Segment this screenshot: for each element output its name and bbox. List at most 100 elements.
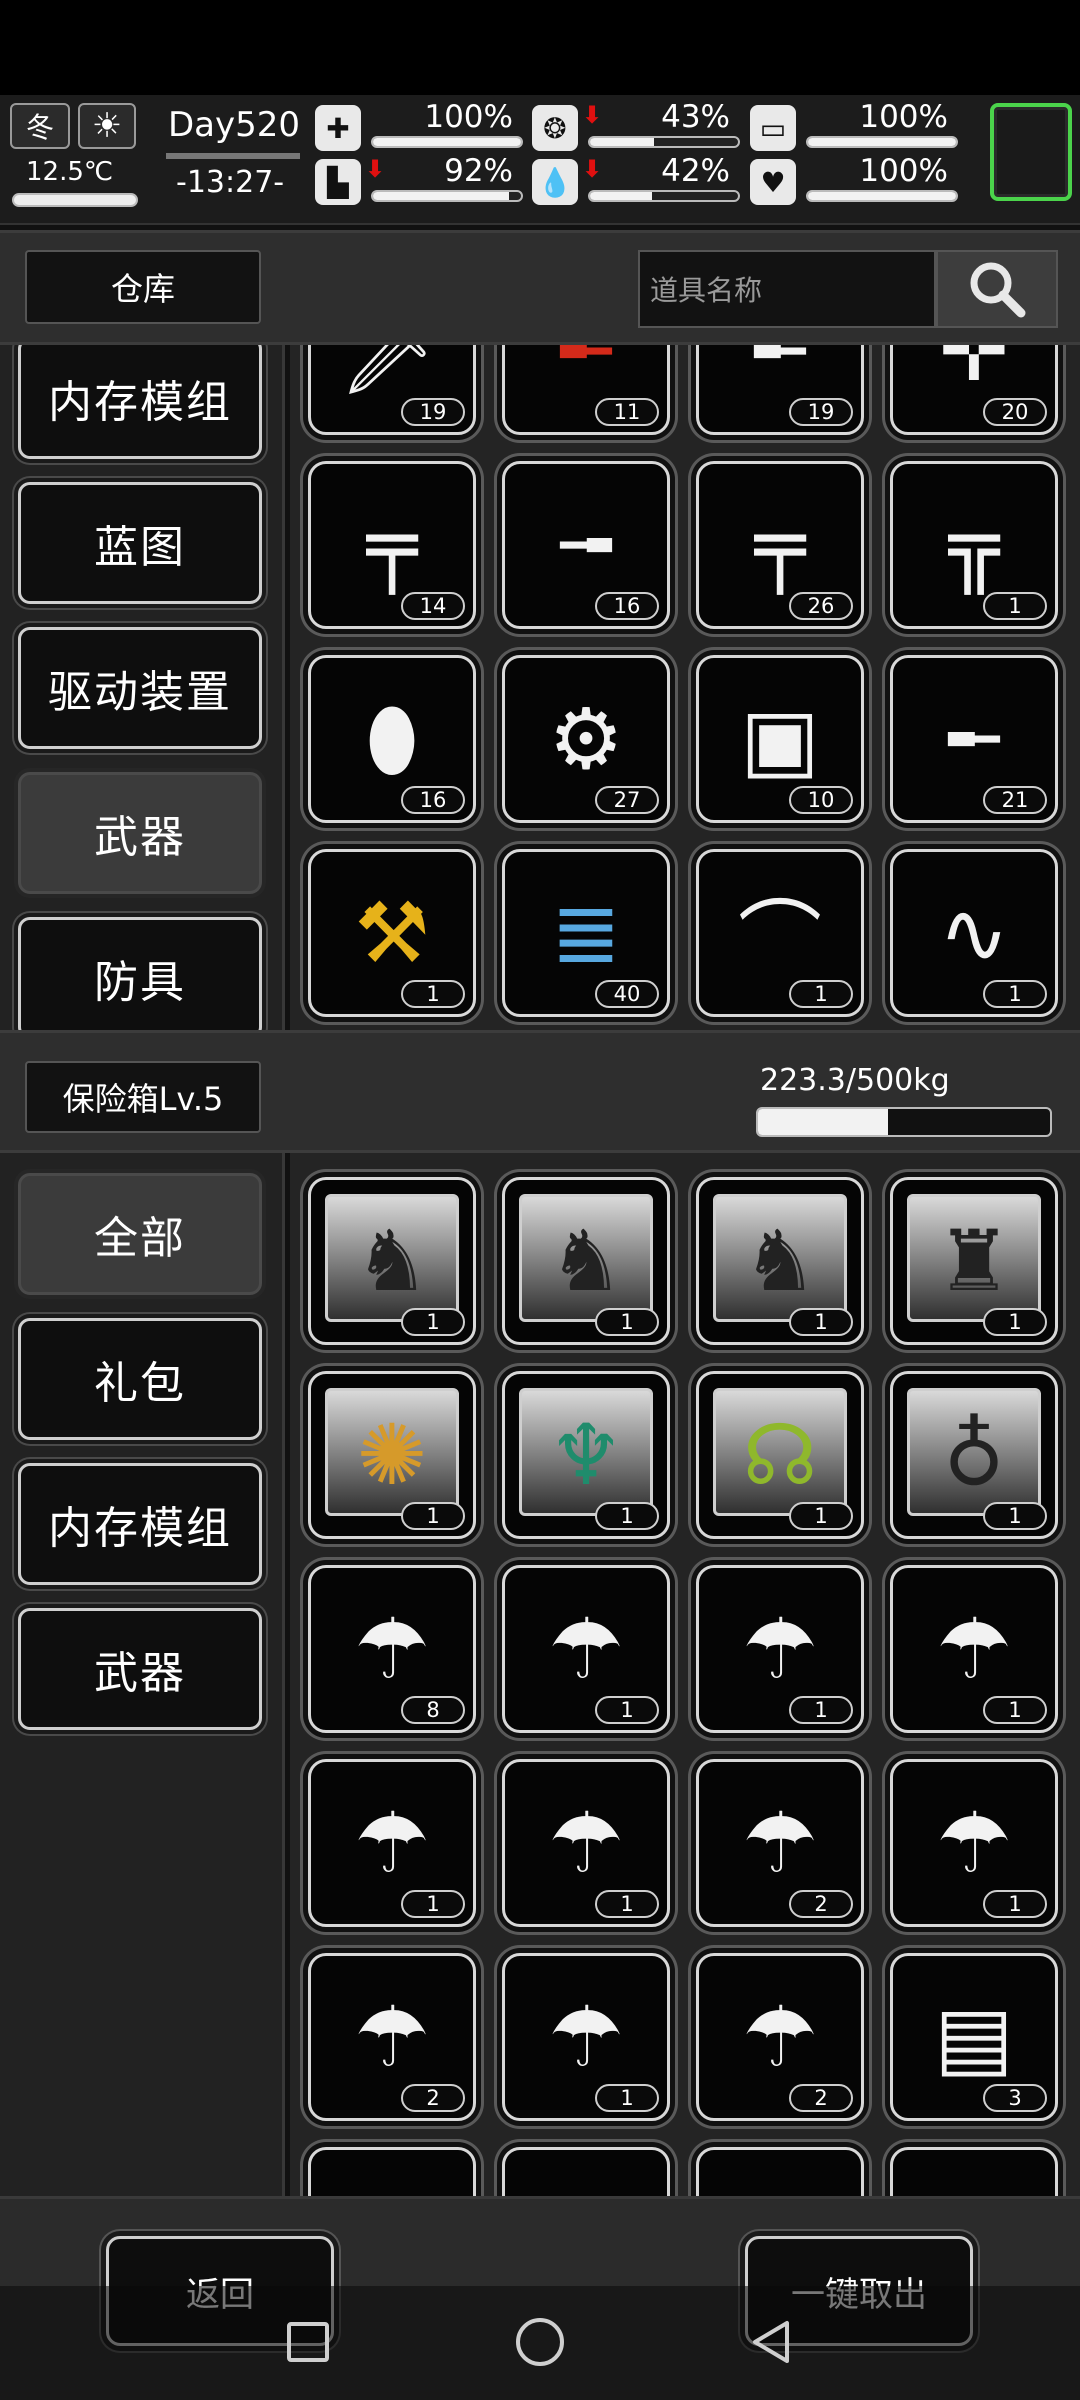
back-icon[interactable] bbox=[742, 2312, 802, 2372]
item-slot[interactable]: ▣ 10 bbox=[696, 655, 864, 823]
item-slot[interactable]: ⌒ 1 bbox=[696, 849, 864, 1017]
item-slot[interactable]: ☂ 1 bbox=[890, 1565, 1058, 1733]
item-slot[interactable]: ╾ 11 bbox=[502, 345, 670, 435]
game-clock: -13:27- bbox=[176, 165, 285, 200]
category-button[interactable]: 武器 bbox=[18, 1608, 262, 1730]
item-slot[interactable]: ♜ 1 bbox=[890, 1177, 1058, 1345]
category-button[interactable]: 内存模组 bbox=[18, 345, 262, 459]
stat-bar-hunger bbox=[588, 136, 740, 148]
safe-weight-fill bbox=[758, 1109, 889, 1135]
item-count-badge: 11 bbox=[595, 398, 659, 426]
item-count-badge: 1 bbox=[595, 1890, 659, 1918]
item-slot[interactable]: ☂ 8 bbox=[308, 1565, 476, 1733]
warehouse-title-text: 仓库 bbox=[110, 270, 175, 308]
medkit-icon: ✚ bbox=[315, 105, 361, 151]
item-count-badge: 14 bbox=[401, 592, 465, 620]
safe-title: 保险箱Lv.5 bbox=[25, 1061, 261, 1133]
item-slot[interactable]: 🗡 19 bbox=[308, 345, 476, 435]
category-button[interactable]: 蓝图 bbox=[18, 482, 262, 604]
warehouse-category-list[interactable]: 内存模组蓝图驱动装置武器防具 bbox=[0, 345, 285, 1030]
item-slot[interactable]: ♞ 1 bbox=[308, 1177, 476, 1345]
sun-icon: ☀ bbox=[91, 106, 123, 146]
item-slot[interactable]: ∿ 1 bbox=[890, 849, 1058, 1017]
item-count-badge: 1 bbox=[595, 1502, 659, 1530]
category-label: 内存模组 bbox=[48, 1503, 232, 1554]
stat-value-thirst: 42% bbox=[661, 153, 730, 189]
safe-weight-label: 223.3/500kg bbox=[760, 1063, 950, 1098]
item-slot[interactable]: ╾ 21 bbox=[890, 655, 1058, 823]
item-slot[interactable]: ╦ 1 bbox=[890, 461, 1058, 629]
item-count-badge: 19 bbox=[401, 398, 465, 426]
category-button[interactable]: 内存模组 bbox=[18, 1463, 262, 1585]
item-count-badge: 2 bbox=[789, 2084, 853, 2112]
item-slot[interactable]: ╾ 19 bbox=[696, 345, 864, 435]
stat-value-stamina: 100% bbox=[859, 99, 948, 135]
item-slot[interactable] bbox=[890, 2147, 1058, 2196]
item-count-badge: 1 bbox=[789, 980, 853, 1008]
stomach-icon: ❂ bbox=[532, 105, 578, 151]
item-slot[interactable]: ♁ 1 bbox=[890, 1371, 1058, 1539]
item-slot[interactable]: ♆ 1 bbox=[502, 1371, 670, 1539]
stat-bar-fill bbox=[590, 138, 654, 146]
category-button[interactable]: 全部 bbox=[18, 1173, 262, 1295]
item-count-badge: 1 bbox=[983, 1890, 1047, 1918]
category-button[interactable]: 礼包 bbox=[18, 1318, 262, 1440]
item-count-badge: 1 bbox=[595, 1696, 659, 1724]
item-slot[interactable] bbox=[502, 2147, 670, 2196]
category-button[interactable]: 防具 bbox=[18, 917, 262, 1030]
item-slot[interactable]: ☂ 1 bbox=[502, 1759, 670, 1927]
item-count-badge: 1 bbox=[789, 1502, 853, 1530]
stat-bar-stamina bbox=[806, 136, 958, 148]
safe-category-list[interactable]: 全部礼包内存模组武器 bbox=[0, 1153, 285, 2196]
item-slot[interactable]: ☂ 1 bbox=[308, 1759, 476, 1927]
stat-bar-fill bbox=[373, 192, 510, 200]
item-slot[interactable]: ☊ 1 bbox=[696, 1371, 864, 1539]
warehouse-item-grid[interactable]: 🗡 19 ╾ 11 ╾ 19 ✛ 20 ╤ 14 ╼ 16 ╤ 26 ╦ 1 ⬮ 16 ⚙ 27 ▣ 10 ╾ 21 ⚒ 1 ≣ 40… bbox=[290, 345, 1080, 1030]
survival-hud: 冬 ☀ 12.5℃ Day520 -13:27- ✚ 100% ❂ ⬇ 43% ▭ 100%… bbox=[0, 95, 1080, 225]
search-button[interactable] bbox=[936, 250, 1058, 328]
safe-item-grid[interactable]: ♞ 1 ♞ 1 ♞ 1 ♜ 1 ✺ 1 ♆ 1 ☊ 1 ♁ 1 ☂ 8 ☂ 1 ☂ 1 ☂ 1 ☂ 1 ☂ 1 ☂ 2 ☂ 1 ☂ 2 ☂ 1 ☂ 2 ▤ 3 bbox=[290, 1153, 1080, 2196]
category-button[interactable]: 驱动装置 bbox=[18, 627, 262, 749]
item-count-badge: 10 bbox=[789, 786, 853, 814]
safe-weight-bar bbox=[756, 1107, 1052, 1137]
item-slot[interactable]: ☂ 1 bbox=[502, 1565, 670, 1733]
item-slot[interactable]: ♞ 1 bbox=[696, 1177, 864, 1345]
item-slot[interactable]: ⚙ 27 bbox=[502, 655, 670, 823]
category-label: 武器 bbox=[94, 812, 186, 863]
item-slot[interactable]: ☂ 2 bbox=[696, 1953, 864, 2121]
day-counter: Day520 bbox=[168, 105, 301, 145]
item-slot[interactable]: ♞ 1 bbox=[502, 1177, 670, 1345]
search-input[interactable]: 道具名称 bbox=[638, 250, 936, 328]
item-slot[interactable]: ☂ 1 bbox=[696, 1565, 864, 1733]
search-placeholder: 道具名称 bbox=[650, 274, 763, 307]
item-count-badge: 40 bbox=[595, 980, 659, 1008]
item-slot[interactable]: ╼ 16 bbox=[502, 461, 670, 629]
item-count-badge: 1 bbox=[595, 1308, 659, 1336]
category-label: 防具 bbox=[94, 957, 186, 1008]
battery-icon: ▭ bbox=[750, 105, 796, 151]
home-icon[interactable] bbox=[510, 2312, 570, 2372]
item-slot[interactable]: ▤ 3 bbox=[890, 1953, 1058, 2121]
item-slot[interactable]: ╤ 14 bbox=[308, 461, 476, 629]
season-label: 冬 bbox=[25, 111, 54, 144]
recents-icon[interactable] bbox=[278, 2312, 338, 2372]
item-slot[interactable]: ╤ 26 bbox=[696, 461, 864, 629]
item-slot[interactable]: ✛ 20 bbox=[890, 345, 1058, 435]
quick-slot[interactable] bbox=[990, 103, 1072, 201]
item-slot[interactable] bbox=[308, 2147, 476, 2196]
item-slot[interactable]: ⚒ 1 bbox=[308, 849, 476, 1017]
item-slot[interactable]: ☂ 2 bbox=[696, 1759, 864, 1927]
item-slot[interactable]: ✺ 1 bbox=[308, 1371, 476, 1539]
item-slot[interactable] bbox=[696, 2147, 864, 2196]
item-count-badge: 26 bbox=[789, 592, 853, 620]
safe-title-text: 保险箱Lv.5 bbox=[62, 1080, 224, 1118]
item-slot[interactable]: ⬮ 16 bbox=[308, 655, 476, 823]
item-slot[interactable]: ≣ 40 bbox=[502, 849, 670, 1017]
item-slot[interactable]: ☂ 2 bbox=[308, 1953, 476, 2121]
item-count-badge: 1 bbox=[401, 1308, 465, 1336]
water-drop-icon: 💧 bbox=[532, 159, 578, 205]
category-button[interactable]: 武器 bbox=[18, 772, 262, 894]
item-slot[interactable]: ☂ 1 bbox=[502, 1953, 670, 2121]
weather-badge: ☀ bbox=[78, 103, 136, 149]
item-slot[interactable]: ☂ 1 bbox=[890, 1759, 1058, 1927]
